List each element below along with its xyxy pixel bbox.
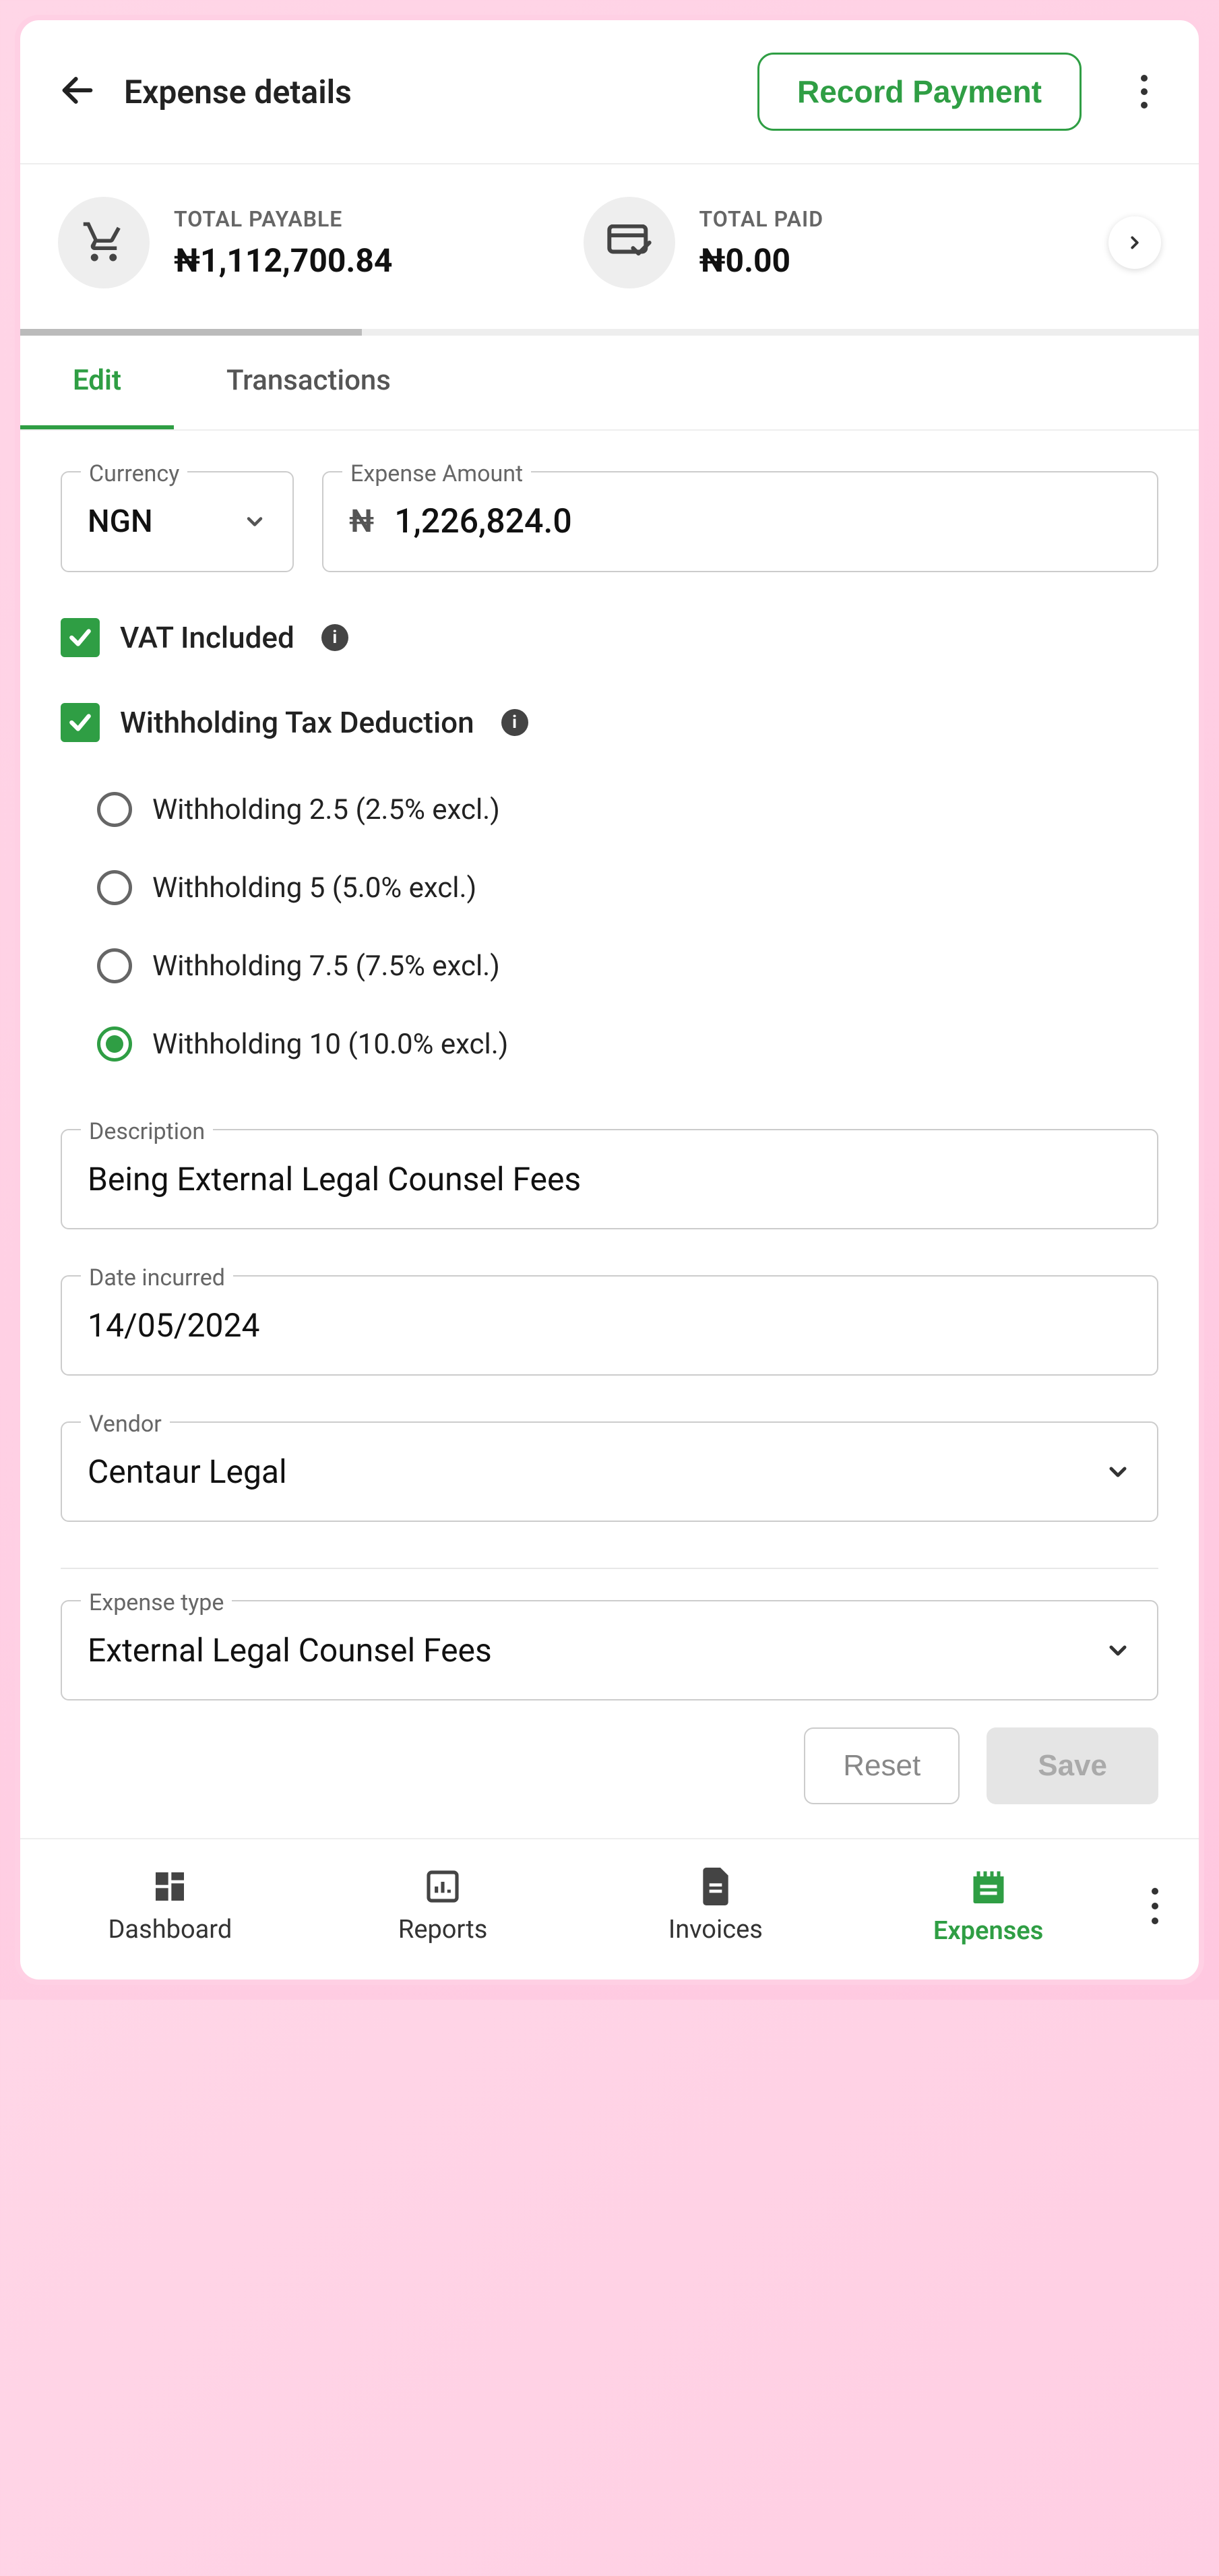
description-input[interactable]: Description Being External Legal Counsel… [61,1129,1158,1229]
overflow-menu-button[interactable] [1127,55,1161,129]
paid-value: ₦0.00 [699,241,824,280]
summary-scroll-track [20,329,1199,336]
wht-option-label: Withholding 5 (5.0% excl.) [152,871,476,904]
back-button[interactable] [58,71,97,113]
app-screen: Expense details Record Payment TOTAL PAY… [15,15,1204,1985]
nav-reports[interactable]: Reports [307,1868,580,1944]
edit-form: Currency NGN Expense Amount ₦ 1,226,824.… [20,431,1199,1721]
vendor-label: Vendor [81,1411,170,1438]
summary-scroll-indicator [20,329,362,336]
expenses-icon [968,1866,1009,1907]
radio-icon [97,870,132,905]
wht-label: Withholding Tax Deduction [120,705,474,740]
wht-row: Withholding Tax Deduction i [61,703,1158,742]
nav-more-button[interactable] [1125,1888,1185,1924]
nav-label: Invoices [668,1915,763,1944]
nav-dashboard[interactable]: Dashboard [34,1868,307,1944]
separator [61,1568,1158,1569]
card-check-icon [584,197,675,288]
nav-expenses[interactable]: Expenses [852,1866,1125,1946]
radio-icon [97,792,132,827]
total-paid: TOTAL PAID ₦0.00 [584,197,1109,288]
paid-label: TOTAL PAID [699,206,824,232]
wht-checkbox[interactable] [61,703,100,742]
form-actions: Reset Save [20,1721,1199,1838]
invoices-icon [698,1868,733,1905]
vendor-value: Centaur Legal [88,1452,287,1491]
tab-transactions[interactable]: Transactions [174,336,443,429]
wht-option-label: Withholding 2.5 (2.5% excl.) [152,793,500,826]
reports-icon [424,1868,462,1905]
summary-row: TOTAL PAYABLE ₦1,112,700.84 TOTAL PAID ₦… [20,164,1199,329]
wht-option-2-5[interactable]: Withholding 2.5 (2.5% excl.) [97,770,1158,849]
expense-type-value: External Legal Counsel Fees [88,1631,492,1669]
expense-type-label: Expense type [81,1589,232,1616]
wht-option-7-5[interactable]: Withholding 7.5 (7.5% excl.) [97,927,1158,1005]
chevron-right-icon [1125,233,1145,253]
arrow-left-icon [58,71,97,110]
expense-amount-input[interactable]: Expense Amount ₦ 1,226,824.0 [322,471,1158,572]
nav-invoices[interactable]: Invoices [580,1868,852,1944]
summary-next-button[interactable] [1108,216,1161,269]
total-payable: TOTAL PAYABLE ₦1,112,700.84 [58,197,584,288]
check-icon [67,625,93,650]
wht-option-5[interactable]: Withholding 5 (5.0% excl.) [97,849,1158,927]
check-icon [67,710,93,735]
wht-option-label: Withholding 7.5 (7.5% excl.) [152,950,500,983]
nav-label: Reports [398,1915,487,1944]
currency-label: Currency [81,460,187,487]
vat-checkbox[interactable] [61,618,100,657]
page-title: Expense details [124,73,352,111]
tab-edit[interactable]: Edit [20,336,174,429]
amount-label: Expense Amount [342,460,531,487]
currency-value: NGN [88,503,153,540]
wht-option-label: Withholding 10 (10.0% excl.) [152,1028,508,1061]
naira-symbol: ₦ [349,503,374,540]
info-icon[interactable]: i [321,624,348,651]
wht-option-10[interactable]: Withholding 10 (10.0% excl.) [97,1005,1158,1083]
info-icon[interactable]: i [501,709,528,736]
description-value: Being External Legal Counsel Fees [88,1160,1131,1198]
vat-label: VAT Included [120,620,294,655]
record-payment-button[interactable]: Record Payment [757,53,1082,131]
radio-icon-selected [97,1026,132,1062]
currency-select[interactable]: Currency NGN [61,471,294,572]
chevron-down-icon [1104,1459,1131,1485]
chevron-down-icon [243,510,267,534]
reset-button[interactable]: Reset [804,1727,960,1804]
dashboard-icon [151,1868,189,1905]
vendor-select[interactable]: Vendor Centaur Legal [61,1421,1158,1522]
tabs: Edit Transactions [20,336,1199,431]
header: Expense details Record Payment [20,20,1199,163]
description-label: Description [81,1118,213,1145]
payable-label: TOTAL PAYABLE [174,206,392,232]
expense-type-select[interactable]: Expense type External Legal Counsel Fees [61,1600,1158,1700]
bottom-nav: Dashboard Reports Invoices Expenses [20,1838,1199,1980]
nav-label: Dashboard [108,1915,232,1944]
cart-icon [58,197,150,288]
payable-value: ₦1,112,700.84 [174,241,392,280]
amount-value: 1,226,824.0 [394,502,572,541]
chevron-down-icon [1104,1637,1131,1664]
date-value: 14/05/2024 [88,1306,1131,1345]
wht-options: Withholding 2.5 (2.5% excl.) Withholding… [61,770,1158,1083]
nav-label: Expenses [933,1916,1043,1946]
save-button[interactable]: Save [987,1727,1158,1804]
vat-included-row: VAT Included i [61,618,1158,657]
date-label: Date incurred [81,1264,233,1291]
date-incurred-input[interactable]: Date incurred 14/05/2024 [61,1275,1158,1376]
radio-icon [97,948,132,983]
